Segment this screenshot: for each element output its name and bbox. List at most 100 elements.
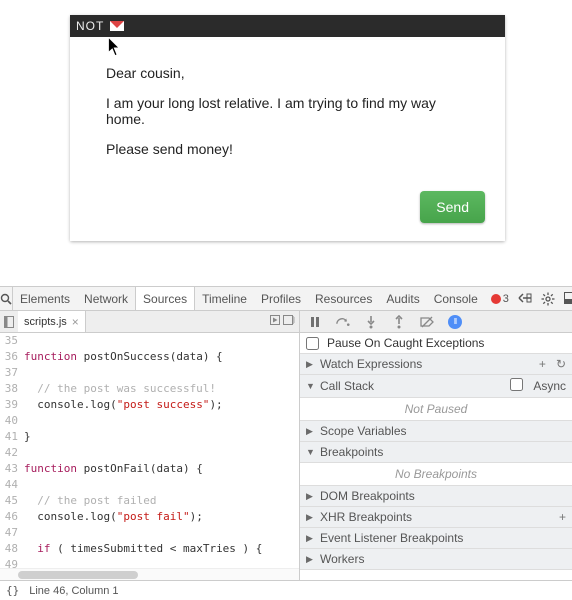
error-count[interactable]: 3 bbox=[491, 293, 509, 305]
code-text bbox=[24, 413, 31, 429]
error-dot-icon bbox=[491, 294, 501, 304]
event-listener-breakpoints-section[interactable]: ▶ Event Listener Breakpoints bbox=[300, 528, 572, 549]
scope-variables-section[interactable]: ▶ Scope Variables bbox=[300, 421, 572, 442]
workers-section[interactable]: ▶ Workers bbox=[300, 549, 572, 570]
code-line[interactable]: 43function postOnFail(data) { bbox=[0, 461, 299, 477]
code-text bbox=[24, 365, 31, 381]
debugger-pane: II Pause On Caught Exceptions ▶ Watch Ex… bbox=[300, 311, 572, 580]
settings-icon[interactable] bbox=[541, 292, 555, 306]
code-line[interactable]: 37 bbox=[0, 365, 299, 381]
tab-timeline[interactable]: Timeline bbox=[195, 287, 254, 310]
line-number[interactable]: 39 bbox=[0, 397, 24, 413]
breakpoints-empty: No Breakpoints bbox=[300, 463, 572, 486]
show-drawer-icon[interactable] bbox=[518, 292, 532, 306]
pause-on-caught-row[interactable]: Pause On Caught Exceptions bbox=[300, 333, 572, 354]
close-file-icon[interactable]: × bbox=[72, 315, 79, 329]
code-line[interactable]: 40 bbox=[0, 413, 299, 429]
code-text bbox=[24, 445, 31, 461]
file-tab[interactable]: scripts.js × bbox=[18, 311, 86, 332]
brand-text: NOT bbox=[76, 19, 104, 33]
watch-expressions-section[interactable]: ▶ Watch Expressions + ↻ bbox=[300, 354, 572, 375]
tab-audits[interactable]: Audits bbox=[379, 287, 426, 310]
email-titlebar: NOT bbox=[70, 15, 505, 37]
pause-on-caught-checkbox[interactable] bbox=[306, 337, 319, 350]
tab-elements[interactable]: Elements bbox=[13, 287, 77, 310]
gmail-icon bbox=[110, 21, 124, 31]
line-number[interactable]: 49 bbox=[0, 557, 24, 568]
inspect-icon[interactable] bbox=[0, 287, 13, 310]
call-stack-section[interactable]: ▼ Call Stack Async bbox=[300, 375, 572, 398]
chevron-right-icon: ▶ bbox=[306, 359, 316, 370]
chevron-right-icon: ▶ bbox=[306, 533, 316, 544]
code-line[interactable]: 47 bbox=[0, 525, 299, 541]
run-snippet-icon[interactable] bbox=[270, 315, 280, 328]
cursor-position: Line 46, Column 1 bbox=[29, 585, 118, 597]
line-number[interactable]: 43 bbox=[0, 461, 24, 477]
tab-network[interactable]: Network bbox=[77, 287, 135, 310]
chevron-down-icon: ▼ bbox=[306, 381, 316, 391]
code-line[interactable]: 48 if ( timesSubmitted < maxTries ) { bbox=[0, 541, 299, 557]
line-number[interactable]: 42 bbox=[0, 445, 24, 461]
tab-console[interactable]: Console bbox=[427, 287, 485, 310]
code-line[interactable]: 45 // the post failed bbox=[0, 493, 299, 509]
code-text: } bbox=[24, 429, 31, 445]
line-number[interactable]: 36 bbox=[0, 349, 24, 365]
code-editor[interactable]: 35 36function postOnSuccess(data) {37 38… bbox=[0, 333, 299, 568]
code-line[interactable]: 49 bbox=[0, 557, 299, 568]
code-line[interactable]: 46 console.log("post fail"); bbox=[0, 509, 299, 525]
chevron-down-icon: ▼ bbox=[306, 447, 316, 457]
add-watch-icon[interactable]: + bbox=[539, 357, 546, 371]
code-text: function postOnFail(data) { bbox=[24, 461, 203, 477]
code-text bbox=[24, 557, 31, 568]
step-over-icon[interactable] bbox=[336, 315, 350, 329]
code-line[interactable]: 42 bbox=[0, 445, 299, 461]
tab-profiles[interactable]: Profiles bbox=[254, 287, 308, 310]
chevron-right-icon: ▶ bbox=[306, 491, 316, 502]
more-tabs-icon[interactable] bbox=[283, 315, 295, 328]
breakpoints-section[interactable]: ▼ Breakpoints bbox=[300, 442, 572, 463]
pause-icon[interactable] bbox=[308, 315, 322, 329]
code-line[interactable]: 41} bbox=[0, 429, 299, 445]
code-line[interactable]: 35 bbox=[0, 333, 299, 349]
xhr-breakpoints-section[interactable]: ▶ XHR Breakpoints + bbox=[300, 507, 572, 528]
line-number[interactable]: 45 bbox=[0, 493, 24, 509]
line-number[interactable]: 38 bbox=[0, 381, 24, 397]
code-line[interactable]: 36function postOnSuccess(data) { bbox=[0, 349, 299, 365]
horizontal-scrollbar[interactable] bbox=[0, 568, 299, 580]
tab-resources[interactable]: Resources bbox=[308, 287, 379, 310]
line-number[interactable]: 46 bbox=[0, 509, 24, 525]
show-navigator-icon[interactable] bbox=[0, 311, 18, 332]
code-line[interactable]: 38 // the post was successful! bbox=[0, 381, 299, 397]
email-line: Dear cousin, bbox=[106, 65, 469, 81]
line-number[interactable]: 44 bbox=[0, 477, 24, 493]
line-number[interactable]: 37 bbox=[0, 365, 24, 381]
add-xhr-breakpoint-icon[interactable]: + bbox=[559, 510, 566, 524]
email-window: NOT Dear cousin, I am your long lost rel… bbox=[70, 15, 505, 241]
code-line[interactable]: 39 console.log("post success"); bbox=[0, 397, 299, 413]
step-into-icon[interactable] bbox=[364, 315, 378, 329]
line-number[interactable]: 48 bbox=[0, 541, 24, 557]
email-body: Dear cousin, I am your long lost relativ… bbox=[70, 37, 505, 191]
dock-icon[interactable] bbox=[564, 292, 572, 306]
code-line[interactable]: 44 bbox=[0, 477, 299, 493]
chevron-right-icon: ▶ bbox=[306, 512, 316, 523]
deactivate-breakpoints-icon[interactable] bbox=[420, 315, 434, 329]
async-checkbox[interactable] bbox=[510, 378, 523, 391]
email-line: Please send money! bbox=[106, 141, 469, 157]
line-number[interactable]: 41 bbox=[0, 429, 24, 445]
code-text: // the post failed bbox=[24, 493, 156, 509]
step-out-icon[interactable] bbox=[392, 315, 406, 329]
line-number[interactable]: 40 bbox=[0, 413, 24, 429]
line-number[interactable]: 47 bbox=[0, 525, 24, 541]
line-number[interactable]: 35 bbox=[0, 333, 24, 349]
pretty-print-icon[interactable]: {} bbox=[6, 584, 19, 597]
dom-breakpoints-section[interactable]: ▶ DOM Breakpoints bbox=[300, 486, 572, 507]
send-button[interactable]: Send bbox=[420, 191, 485, 223]
pause-on-exceptions-icon[interactable]: II bbox=[448, 315, 462, 329]
code-text bbox=[24, 525, 31, 541]
status-bar: {} Line 46, Column 1 bbox=[0, 580, 572, 600]
debugger-controls: II bbox=[300, 311, 572, 333]
tab-sources[interactable]: Sources bbox=[135, 287, 195, 310]
call-stack-empty: Not Paused bbox=[300, 398, 572, 421]
refresh-icon[interactable]: ↻ bbox=[556, 357, 566, 371]
